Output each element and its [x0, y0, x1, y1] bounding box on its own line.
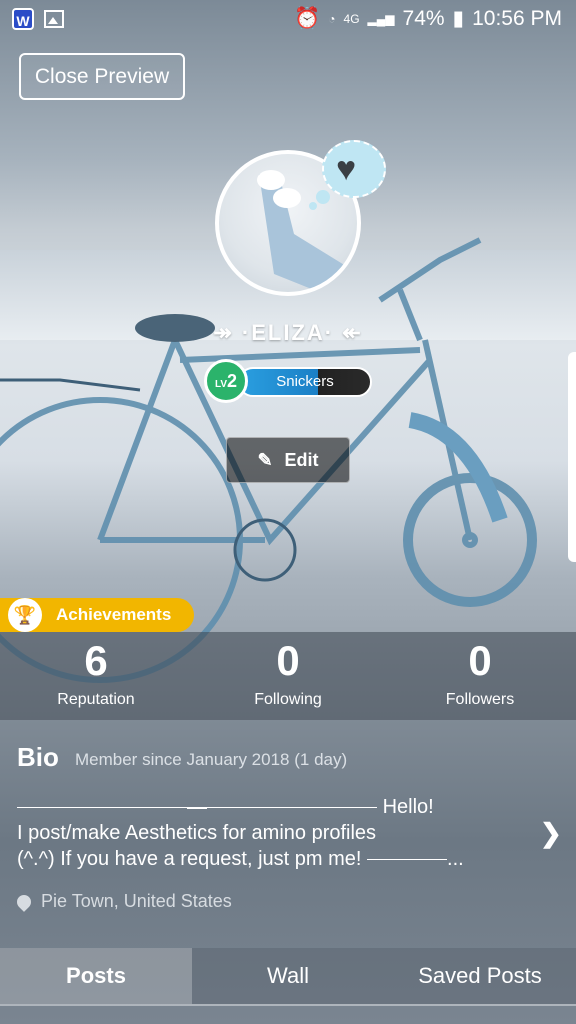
custom-title-badge[interactable]: Snickers — [238, 367, 372, 397]
bio-divider — [17, 807, 187, 809]
stat-value: 0 — [276, 637, 300, 684]
edit-profile-button[interactable]: ✎ Edit — [226, 437, 350, 483]
stats-bar: 6 Reputation 0 Following 0 Followers — [0, 632, 576, 720]
stat-label: Reputation — [57, 691, 135, 708]
bio-hello: Hello! — [382, 796, 434, 818]
bio-divider — [207, 807, 377, 809]
tab-posts[interactable]: Posts — [0, 948, 192, 1004]
wifi-icon: ◔ — [328, 11, 336, 26]
signal-icon: ▂▄▆ — [367, 11, 395, 26]
stat-following[interactable]: 0 Following — [192, 632, 384, 710]
name-left-decoration: ↠ — [213, 320, 234, 345]
bio-ellipsis: ... — [447, 848, 464, 870]
thought-bubble-dot — [316, 190, 330, 204]
chevron-right-icon[interactable]: ❯ — [540, 818, 562, 849]
stat-reputation[interactable]: 6 Reputation — [0, 632, 192, 710]
achievements-label: Achievements — [56, 605, 172, 624]
heart-icon: ♥ — [336, 150, 357, 188]
level-badge[interactable]: LV2 — [204, 359, 248, 403]
stat-label: Followers — [445, 691, 515, 708]
battery-percent: 74% — [402, 6, 445, 30]
gallery-icon — [44, 10, 64, 28]
bio-divider — [187, 806, 207, 809]
bio-line: (^.^) If you have a request, just pm me! — [17, 848, 362, 870]
app-icon: W — [12, 8, 34, 30]
achievements-button[interactable]: 🏆 Achievements — [0, 598, 194, 632]
tab-divider — [0, 1004, 576, 1006]
status-bar: W ⏰ ◔ 4G ▂▄▆ 74% ▮ 10:56 PM — [0, 0, 576, 40]
level-number: 2 — [227, 371, 238, 391]
tab-wall[interactable]: Wall — [192, 948, 384, 1004]
profile-name-text: ·ELIZA· — [241, 320, 335, 345]
name-right-decoration: ↞ — [342, 320, 363, 345]
location-text: Pie Town, United States — [41, 891, 232, 911]
alarm-icon: ⏰ — [294, 6, 321, 30]
edit-icon: ✎ — [257, 450, 273, 470]
stat-label: Following — [254, 691, 322, 708]
thought-bubble-dot — [309, 202, 317, 210]
member-since: Member since January 2018 (1 day) — [75, 750, 348, 769]
close-preview-button[interactable]: Close Preview — [19, 53, 185, 100]
bio-divider — [367, 859, 448, 861]
battery-icon: ▮ — [452, 7, 465, 30]
clock: 10:56 PM — [472, 6, 562, 30]
stat-value: 0 — [468, 637, 492, 684]
stat-followers[interactable]: 0 Followers — [384, 632, 576, 710]
trophy-icon: 🏆 — [8, 598, 42, 632]
level-prefix: LV — [214, 379, 228, 390]
edit-label: Edit — [284, 450, 319, 470]
stat-value: 6 — [84, 637, 108, 684]
location-pin-icon — [14, 892, 34, 913]
profile-tabs: Posts Wall Saved Posts — [0, 948, 576, 1004]
bio-heading: Bio — [17, 742, 59, 772]
network-type: 4G — [343, 11, 360, 26]
tab-saved-posts[interactable]: Saved Posts — [384, 948, 576, 1004]
side-drawer-handle[interactable] — [568, 352, 576, 562]
bio-line: I post/make Aesthetics for amino profile… — [17, 822, 377, 844]
location: Pie Town, United States — [14, 891, 232, 913]
profile-name: ↠ ·ELIZA· ↞ — [0, 320, 576, 346]
bio-text[interactable]: Hello! I post/make Aesthetics for amino … — [17, 794, 537, 872]
